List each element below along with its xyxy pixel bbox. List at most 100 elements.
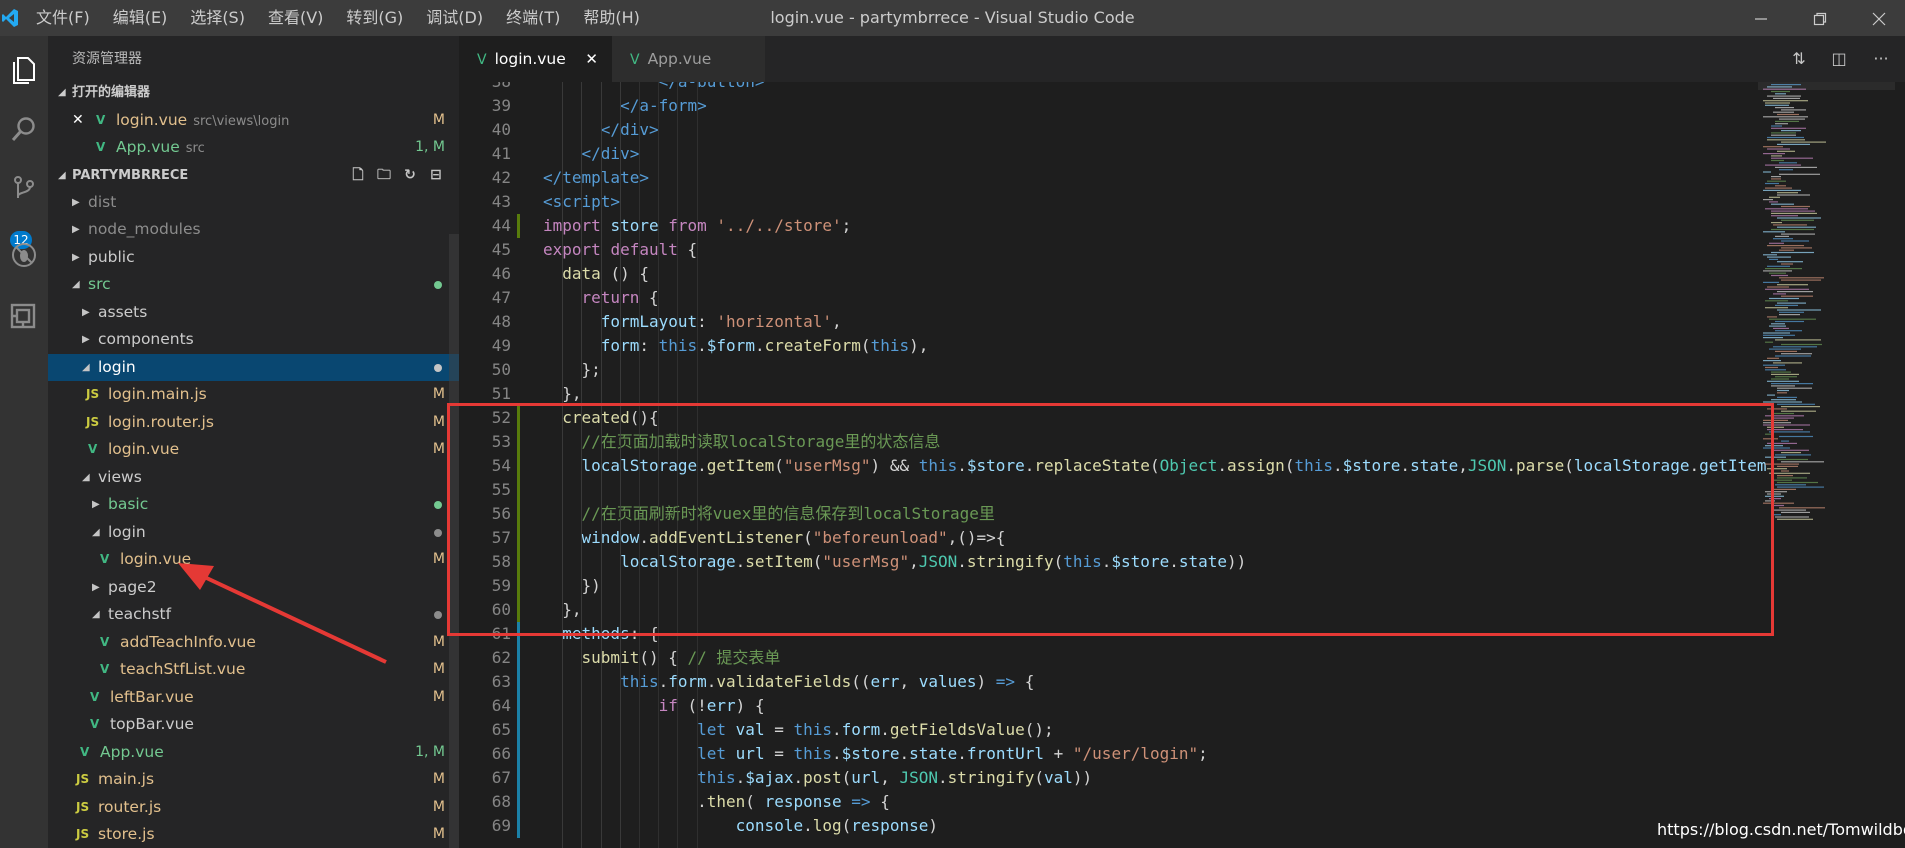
tree-file-views-login-vue[interactable]: V login.vue M [48,546,459,573]
minimap-line [1781,233,1815,235]
minimize-button[interactable] [1737,0,1785,36]
debug-icon[interactable] [0,232,48,278]
search-icon[interactable] [0,106,48,152]
more-actions-icon[interactable]: ··· [1863,36,1899,82]
editor-scrollbar[interactable] [1895,82,1905,848]
tree-folder-dist[interactable]: ▶ dist [48,189,459,216]
explorer-actions: 🗋 🗀 ↻ ⊟ [345,162,449,189]
code-line[interactable]: }; [543,358,601,382]
open-changes-icon[interactable]: ⇅ [1781,36,1817,82]
new-file-icon[interactable]: 🗋 [345,162,371,189]
close-tab-icon[interactable]: ✕ [585,36,598,82]
tree-file-main-js[interactable]: JS main.js M [48,766,459,793]
code-line[interactable]: this.$ajax.post(url, JSON.stringify(val)… [543,766,1092,790]
minimap[interactable] [1758,82,1895,848]
line-number: 44 [491,216,511,235]
minimap-line [1775,185,1786,187]
menu-go[interactable]: 转到(G) [346,0,403,36]
minimap-line [1767,139,1805,141]
split-editor-icon[interactable]: ◫ [1821,36,1857,82]
extensions-icon[interactable] [0,292,48,338]
minimap-line [1771,159,1784,162]
minimap-slider[interactable] [1758,82,1895,90]
tree-file-addteachinfo[interactable]: V addTeachInfo.vue M [48,629,459,656]
tree-folder-src[interactable]: ◢ src [48,271,459,298]
tree-folder-components[interactable]: ▶ components [48,326,459,353]
close-window-button[interactable] [1855,0,1903,36]
code-line[interactable]: </a-button> [543,82,765,94]
open-editor-item[interactable]: V App.vue src 1, M [48,134,459,161]
tree-file-login-vue[interactable]: V login.vue M [48,436,459,463]
menu-terminal[interactable]: 终端(T) [506,0,560,36]
minimap-line [1777,396,1797,398]
minimap-line [1777,291,1813,293]
tree-file-login-router-js[interactable]: JS login.router.js M [48,409,459,436]
tree-file-store-js[interactable]: JS store.js M [48,821,459,848]
refresh-icon[interactable]: ↻ [397,162,423,189]
tree-folder-assets[interactable]: ▶ assets [48,299,459,326]
line-number: 63 [491,672,511,691]
minimap-line [1763,231,1785,233]
minimap-line [1771,399,1796,401]
tree-folder-views-login[interactable]: ◢ login [48,519,459,546]
tree-folder-login[interactable]: ◢ login [48,354,459,381]
code-line[interactable]: let url = this.$store.state.frontUrl + "… [543,742,1208,766]
minimap-line [1779,507,1825,509]
minimap-line [1769,201,1778,203]
code-line[interactable]: submit() { // 提交表单 [543,646,781,670]
minimap-line [1777,143,1810,145]
new-folder-icon[interactable]: 🗀 [371,162,397,189]
tree-file-router-js[interactable]: JS router.js M [48,794,459,821]
tab-app-vue[interactable]: V App.vue [612,36,765,82]
minimap-line [1763,199,1773,201]
open-editor-item[interactable]: ✕ V login.vue src\views\login M [48,107,459,134]
source-control-icon[interactable] [0,166,48,212]
minimap-line [1771,90,1790,93]
tree-folder-page2[interactable]: ▶ page2 [48,574,459,601]
chevron-down-icon: ◢ [72,279,80,290]
menu-edit[interactable]: 编辑(E) [113,0,168,36]
code-line[interactable]: console.log(response) [543,814,938,838]
tree-file-login-main-js[interactable]: JS login.main.js M [48,381,459,408]
minimap-line [1769,258,1778,260]
close-icon[interactable]: ✕ [72,107,84,134]
menu-help[interactable]: 帮助(H) [583,0,640,36]
minimap-line [1769,472,1810,474]
explorer-icon[interactable] [0,46,48,92]
code-line[interactable]: </div> [543,142,640,166]
menu-file[interactable]: 文件(F) [36,0,90,36]
chevron-right-icon: ▶ [72,224,80,235]
minimap-line [1775,516,1809,518]
code-line[interactable]: data () { [543,262,649,286]
collapse-all-icon[interactable]: ⊟ [423,162,449,189]
tab-login-vue[interactable]: Vlogin.vue ✕ [459,36,612,82]
tree-folder-node-modules[interactable]: ▶ node_modules [48,216,459,243]
code-line[interactable]: formLayout: 'horizontal', [543,310,842,334]
menu-selection[interactable]: 选择(S) [190,0,245,36]
tree-folder-public[interactable]: ▶ public [48,244,459,271]
menu-view[interactable]: 查看(V) [268,0,323,36]
chevron-down-icon: ◢ [58,170,66,181]
restore-button[interactable] [1796,0,1844,36]
explorer-sidebar: 资源管理器 ◢ 打开的编辑器 ✕ V login.vue src\views\lo… [48,36,459,848]
tree-folder-views[interactable]: ◢ views [48,464,459,491]
open-editors-header[interactable]: ◢ 打开的编辑器 [48,79,459,106]
tree-file-leftbar[interactable]: V leftBar.vue M [48,684,459,711]
code-line[interactable]: .then( response => { [543,790,890,814]
code-line[interactable]: </template> [543,166,649,190]
tree-folder-teachstf[interactable]: ◢ teachstf [48,601,459,628]
code-line[interactable]: </a-form> [543,94,707,118]
minimap-line [1773,417,1794,419]
tree-file-app-vue[interactable]: V App.vue 1, M [48,739,459,766]
menu-debug[interactable]: 调试(D) [426,0,483,36]
tree-file-teachstflist[interactable]: V teachStfList.vue M [48,656,459,683]
code-line[interactable]: if (!err) { [543,694,765,718]
tree-folder-basic[interactable]: ▶ basic [48,491,459,518]
tree-file-topbar[interactable]: V topBar.vue [48,711,459,738]
code-line[interactable]: this.form.validateFields((err, values) =… [543,670,1034,694]
minimap-line [1769,242,1784,244]
minimap-line [1763,360,1781,362]
minimap-line [1771,212,1817,214]
project-header[interactable]: ◢ PARTYMBRRECE 🗋 🗀 ↻ ⊟ [48,162,459,189]
minimap-line [1767,394,1775,396]
